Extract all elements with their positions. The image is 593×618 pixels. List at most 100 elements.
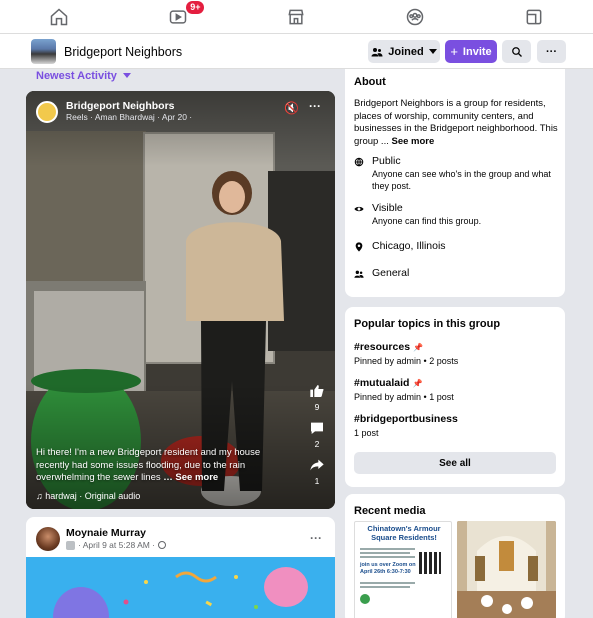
topic-name: #mutualaid	[354, 377, 410, 389]
see-more-link[interactable]: See more	[392, 136, 435, 147]
see-all-button[interactable]: See all	[354, 452, 556, 474]
reel-more-button[interactable]: ···	[309, 99, 321, 113]
group-avatar[interactable]	[36, 101, 58, 123]
topics-title: Popular topics in this group	[354, 318, 501, 330]
see-more-link[interactable]: … See more	[163, 472, 218, 483]
more-options-button[interactable]: ···	[537, 40, 566, 63]
reel-post[interactable]: Bridgeport Neighbors Reels · Aman Bhardw…	[26, 91, 335, 509]
recent-media-card: Recent media Chinatown's Armour Square R…	[345, 494, 565, 618]
joined-button[interactable]: Joined	[368, 40, 440, 63]
flyer-zoom-text: join us over Zoom on April 26th 6:30-7:3…	[360, 562, 416, 575]
group-name[interactable]: Bridgeport Neighbors	[64, 45, 182, 59]
about-description: Bridgeport Neighbors is a group for resi…	[354, 98, 559, 148]
group-header: Bridgeport Neighbors Joined + Invite ···	[0, 33, 593, 69]
caption-text: overwhelming the sewer lines	[36, 472, 161, 483]
share-count: 1	[314, 476, 320, 486]
search-button[interactable]	[502, 40, 531, 63]
more-label: ···	[546, 45, 557, 58]
location-pin-icon	[355, 242, 363, 252]
media-thumbnail-church[interactable]	[457, 521, 556, 618]
feed-post: Moynaie Murray · April 9 at 5:28 AM · ··…	[26, 517, 335, 618]
share-icon[interactable]	[308, 457, 326, 473]
mute-icon[interactable]: 🔇	[284, 101, 299, 115]
flyer-text-line	[360, 556, 415, 558]
invite-label: Invite	[462, 45, 492, 58]
topic-sub: 1 post	[354, 428, 379, 438]
people-icon	[354, 270, 364, 278]
reel-group-name[interactable]: Bridgeport Neighbors	[66, 100, 175, 112]
flyer-text-line	[360, 548, 415, 550]
nav-video[interactable]: 9+	[119, 0, 238, 33]
category-text: General	[372, 267, 410, 279]
pin-icon: 📌	[413, 342, 424, 352]
qr-code	[419, 552, 441, 574]
about-card: About Bridgeport Neighbors is a group fo…	[345, 69, 565, 297]
like-icon[interactable]	[308, 383, 326, 399]
caption-line: recently had some issues flooding, due t…	[36, 459, 246, 471]
topic-item[interactable]: #mutualaid 📌 Pinned by admin • 1 post	[354, 377, 454, 402]
invite-button[interactable]: + Invite	[445, 40, 497, 63]
sort-label: Newest Activity	[36, 70, 117, 82]
topic-sub: Pinned by admin • 2 posts	[354, 356, 459, 366]
topic-sub: Pinned by admin • 1 post	[354, 392, 454, 402]
location-text: Chicago, Illinois	[372, 240, 446, 252]
topic-item[interactable]: #bridgeportbusiness 1 post	[354, 413, 458, 438]
privacy-row: Public Anyone can see who's in the group…	[354, 155, 552, 192]
topic-item[interactable]: #resources 📌 Pinned by admin • 2 posts	[354, 341, 458, 366]
flyer-title: Chinatown's Armour Square Residents!	[367, 524, 441, 542]
marketplace-icon	[288, 9, 305, 24]
video-icon	[169, 9, 187, 24]
post-timestamp[interactable]: · April 9 at 5:28 AM ·	[78, 540, 155, 550]
category-row: General	[354, 267, 409, 279]
about-title: About	[354, 76, 386, 88]
reel-actions: 9 2 1	[304, 375, 330, 486]
media-thumbnail-flyer[interactable]: Chinatown's Armour Square Residents! joi…	[354, 521, 452, 618]
notification-badge: 9+	[186, 1, 205, 14]
audio-label: hardwaj · Original audio	[45, 491, 141, 501]
eye-icon	[354, 206, 364, 212]
groups-icon	[406, 8, 424, 25]
privacy-description: Anyone can see who's in the group and wh…	[372, 169, 551, 191]
flyer-text-line	[360, 552, 410, 554]
globe-icon	[158, 541, 167, 549]
media-title: Recent media	[354, 505, 426, 517]
privacy-title: Public	[372, 155, 401, 167]
post-author[interactable]: Moynaie Murray	[66, 527, 146, 539]
admin-badge-icon	[66, 540, 75, 550]
home-icon	[51, 7, 68, 25]
location-row: Chicago, Illinois	[354, 240, 446, 252]
reel-caption: Hi there! I'm a new Bridgeport resident …	[36, 447, 276, 485]
visibility-title: Visible	[372, 202, 403, 214]
joined-label: Joined	[388, 45, 424, 58]
nav-groups[interactable]	[356, 0, 475, 33]
caption-line: Hi there! I'm a new Bridgeport resident …	[36, 447, 261, 458]
popular-topics-card: Popular topics in this group #resources 📌…	[345, 307, 565, 487]
plus-icon: +	[450, 44, 458, 59]
visibility-description: Anyone can find this group.	[372, 216, 482, 226]
globe-icon	[354, 157, 364, 167]
topic-name: #resources	[354, 341, 411, 353]
flyer-text-line	[360, 586, 410, 588]
visibility-row: Visible Anyone can find this group.	[354, 202, 552, 228]
post-more-button[interactable]: ···	[310, 531, 322, 545]
about-description-text: Bridgeport Neighbors is a group for resi…	[354, 98, 558, 147]
caption-line: overwhelming the sewer lines … See more	[36, 472, 276, 485]
post-meta: · April 9 at 5:28 AM ·	[66, 540, 167, 550]
pin-icon: 📌	[412, 378, 423, 388]
comment-count: 2	[314, 439, 320, 449]
flyer-logo	[360, 594, 370, 604]
nav-marketplace[interactable]	[237, 0, 356, 33]
nav-home[interactable]	[0, 0, 119, 33]
reel-audio[interactable]: ♫ hardwaj · Original audio	[36, 491, 140, 501]
flyer-text-line	[360, 582, 415, 584]
like-count: 9	[314, 402, 320, 412]
post-image[interactable]	[26, 557, 335, 618]
comment-icon[interactable]	[308, 420, 326, 436]
sort-dropdown[interactable]: Newest Activity	[36, 70, 131, 82]
nav-gaming[interactable]	[474, 0, 593, 33]
reel-meta: Reels · Aman Bhardwaj · Apr 20 ·	[66, 112, 193, 122]
top-navigation: 9+	[0, 0, 593, 33]
avatar[interactable]	[36, 527, 60, 551]
chevron-down-icon	[122, 73, 131, 78]
group-cover-thumbnail[interactable]	[31, 39, 56, 64]
